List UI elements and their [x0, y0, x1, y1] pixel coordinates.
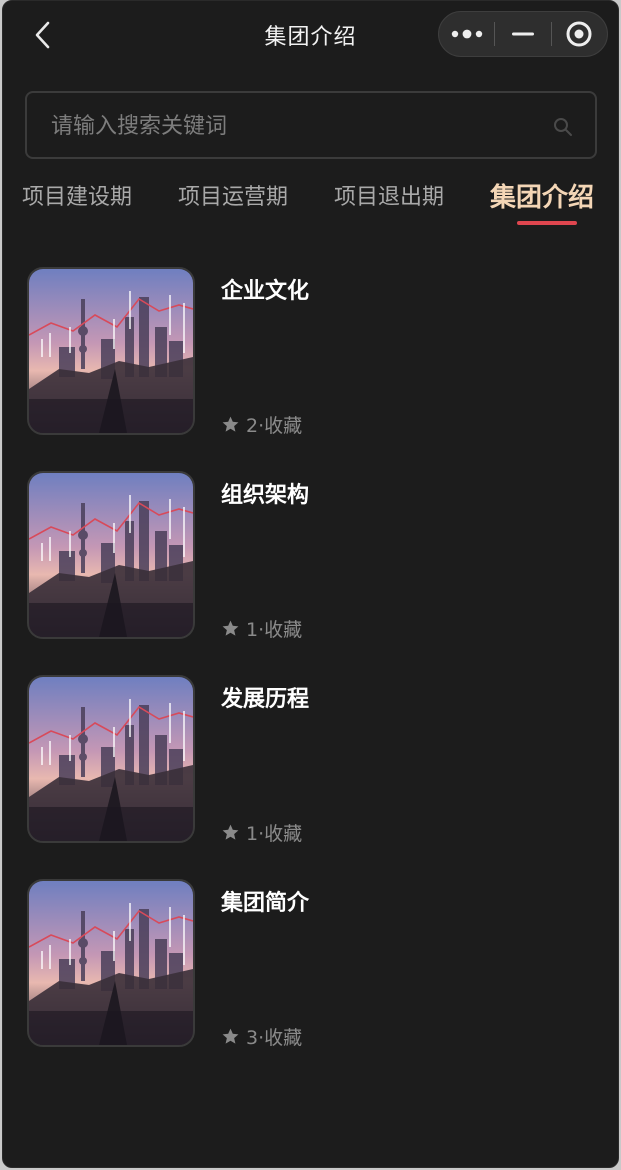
star-icon: [222, 824, 239, 840]
target-circle-icon: [566, 21, 592, 47]
active-tab-indicator: [517, 221, 577, 225]
more-dots-icon: [451, 29, 482, 39]
cover-image: [27, 879, 195, 1047]
search-icon[interactable]: [553, 117, 573, 137]
list-item[interactable]: 集团简介 3·收藏: [3, 877, 618, 1081]
more-button[interactable]: [439, 12, 494, 56]
category-tabs: 项目建设期 项目运营期 项目退出期 集团介绍: [3, 169, 618, 229]
star-icon: [222, 1028, 239, 1044]
minimize-button[interactable]: [495, 12, 550, 56]
star-icon: [222, 416, 239, 432]
close-button[interactable]: [552, 12, 607, 56]
favorite-count: 1·收藏: [246, 823, 303, 845]
cover-image: [27, 267, 195, 435]
search-box: [25, 91, 597, 159]
item-title: 集团简介: [221, 891, 310, 916]
star-icon: [222, 620, 239, 636]
tab-exit[interactable]: 项目退出期: [334, 179, 444, 211]
favorite-count: 3·收藏: [246, 1027, 303, 1049]
list-item[interactable]: 组织架构 1·收藏: [3, 469, 618, 673]
tab-operation[interactable]: 项目运营期: [178, 179, 288, 211]
favorite-meta: 1·收藏: [221, 615, 302, 642]
item-title: 发展历程: [221, 687, 310, 712]
tab-construction[interactable]: 项目建设期: [22, 179, 132, 211]
app-screen: 集团介绍 请输入搜索关键词 项目建设期 项目运营期 项目退出期 集团介绍 企业文…: [2, 0, 619, 1168]
item-title: 企业文化: [221, 279, 310, 304]
nav-bar: 集团介绍: [3, 1, 618, 69]
search-input[interactable]: [49, 93, 533, 159]
favorite-meta: 3·收藏: [221, 1023, 302, 1050]
article-list: 企业文化 2·收藏 组织架构 1·收藏 发展历程 1·收藏 集团简介 3·收藏: [3, 265, 618, 1081]
favorite-count: 2·收藏: [246, 415, 303, 437]
item-title: 组织架构: [221, 483, 310, 508]
favorite-meta: 1·收藏: [221, 819, 302, 846]
favorite-count: 1·收藏: [246, 619, 303, 641]
cover-image: [27, 471, 195, 639]
list-item[interactable]: 发展历程 1·收藏: [3, 673, 618, 877]
favorite-meta: 2·收藏: [221, 411, 302, 438]
mini-program-capsule: [438, 11, 608, 57]
minus-icon: [511, 32, 534, 36]
cover-image: [27, 675, 195, 843]
tab-group-intro[interactable]: 集团介绍: [490, 177, 594, 214]
list-item[interactable]: 企业文化 2·收藏: [3, 265, 618, 469]
